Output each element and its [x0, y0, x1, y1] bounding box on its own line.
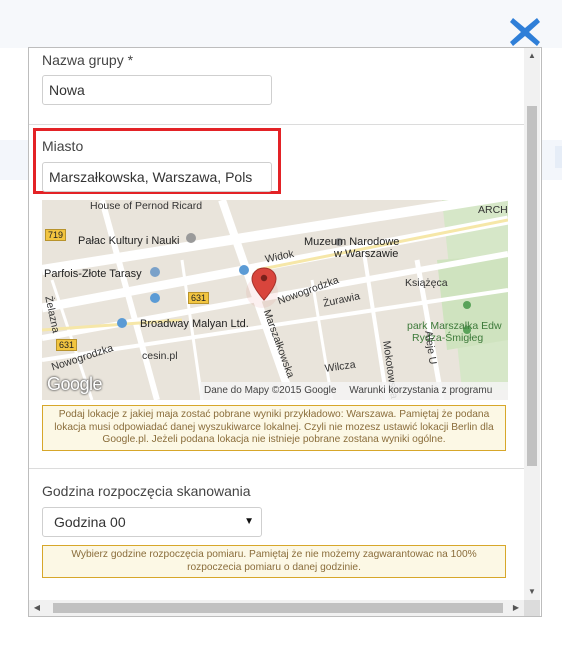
scroll-down-icon[interactable]: ▼ — [524, 584, 540, 600]
close-icon — [510, 18, 540, 46]
group-name-input[interactable] — [42, 75, 272, 105]
map-terms-link[interactable]: Warunki korzystania z programu — [349, 385, 492, 396]
horizontal-scrollbar[interactable]: ◀ ▶ — [29, 600, 524, 616]
backdrop-fragment — [555, 146, 562, 168]
scrollbar-corner — [524, 600, 540, 616]
map-label: Parfois-Złote Tarasy — [44, 268, 142, 280]
map-label: Pałac Kultury i Nauki — [78, 235, 180, 247]
map-credit: Dane do Mapy ©2015 Google Warunki korzys… — [200, 382, 508, 400]
scan-start-notice: Wybierz godzine rozpoczęcia pomiaru. Pam… — [42, 545, 506, 578]
scroll-up-icon[interactable]: ▲ — [524, 48, 540, 64]
map-label: Muzeum Narodowe — [304, 236, 400, 248]
map-label: w Warszawie — [334, 248, 399, 260]
page-backdrop — [0, 0, 562, 48]
city-input[interactable] — [42, 162, 272, 192]
road-badge: 631 — [56, 339, 78, 351]
scan-start-section: Godzina rozpoczęcia skanowania Godzina 0… — [29, 469, 524, 600]
city-notice: Podaj lokacje z jakiej maja zostać pobra… — [42, 405, 506, 451]
road-badge: 631 — [188, 292, 210, 304]
map-label: cesin.pl — [142, 350, 178, 362]
city-section: Miasto Marszałkowska, Warszawa, Pols Hou… — [29, 125, 524, 469]
dialog-content: Nazwa grupy * Miasto — [29, 48, 524, 600]
scan-hour-value: Godzina 00 — [54, 514, 126, 530]
scroll-left-icon[interactable]: ◀ — [29, 600, 45, 616]
map-label: park Marszałka Edw — [407, 320, 502, 332]
location-map[interactable]: House of Pernod Ricard ARCHITE Pałac Kul… — [42, 200, 508, 400]
horizontal-scroll-thumb[interactable] — [53, 603, 503, 613]
road-badge: 719 — [45, 229, 67, 241]
google-logo: Google — [47, 374, 103, 394]
scan-hour-select[interactable]: Godzina 00 ▼ — [42, 507, 262, 537]
map-label: ARCHITE — [478, 204, 508, 216]
group-settings-dialog: Nazwa grupy * Miasto — [28, 47, 542, 617]
chevron-down-icon: ▼ — [244, 516, 254, 527]
close-button[interactable] — [507, 14, 543, 50]
map-label: Książęca — [405, 277, 448, 289]
map-label: Broadway Malyan Ltd. — [140, 318, 249, 330]
map-credit-data: Dane do Mapy ©2015 Google — [204, 385, 337, 396]
map-streets — [42, 200, 508, 400]
map-label: House of Pernod Ricard — [90, 200, 203, 212]
vertical-scrollbar[interactable]: ▲ ▼ — [524, 48, 540, 600]
group-name-label: Nazwa grupy * — [42, 52, 134, 68]
scan-start-label: Godzina rozpoczęcia skanowania — [42, 483, 251, 499]
scroll-right-icon[interactable]: ▶ — [508, 600, 524, 616]
group-name-section: Nazwa grupy * — [29, 48, 524, 125]
vertical-scroll-thumb[interactable] — [527, 106, 537, 466]
city-label: Miasto — [42, 138, 84, 154]
